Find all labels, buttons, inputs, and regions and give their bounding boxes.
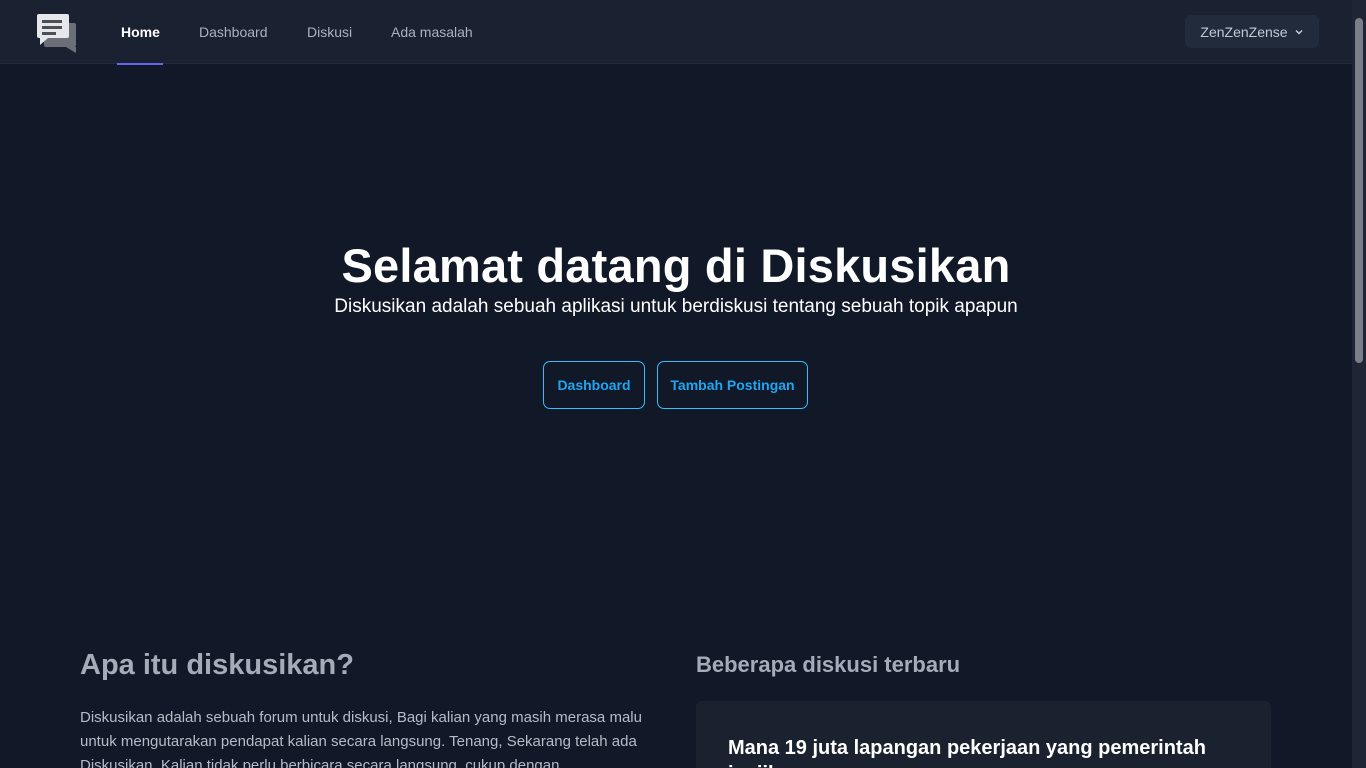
discussion-card-title[interactable]: Mana 19 juta lapangan pekerjaan yang pem… [728,735,1228,768]
chevron-down-icon [1294,24,1304,40]
nav-link-ada-masalah[interactable]: Ada masalah [391,0,473,64]
nav-link-home[interactable]: Home [117,0,163,65]
about-title: Apa itu diskusikan? [80,649,354,681]
page-scrollbar[interactable] [1352,0,1366,768]
scrollbar-thumb[interactable] [1355,18,1363,363]
recent-discussions-title: Beberapa diskusi terbaru [696,652,961,677]
about-text: Diskusikan adalah sebuah forum untuk dis… [80,709,642,768]
user-menu-label: ZenZenZense [1200,23,1288,40]
nav-link-dashboard[interactable]: Dashboard [199,0,268,64]
hero-title: Selamat datang di Diskusikan [341,239,1011,292]
add-post-button[interactable]: Tambah Postingan [657,361,808,409]
discussion-card[interactable]: Mana 19 juta lapangan pekerjaan yang pem… [696,701,1271,768]
nav-link-diskusi[interactable]: Diskusi [307,0,352,64]
chat-bubbles-icon[interactable] [36,13,78,53]
navbar: Home Dashboard Diskusi Ada masalah ZenZe… [0,0,1352,65]
user-menu-button[interactable]: ZenZenZense [1185,15,1319,48]
hero-subtitle: Diskusikan adalah sebuah aplikasi untuk … [334,296,1018,317]
dashboard-button[interactable]: Dashboard [543,361,645,409]
